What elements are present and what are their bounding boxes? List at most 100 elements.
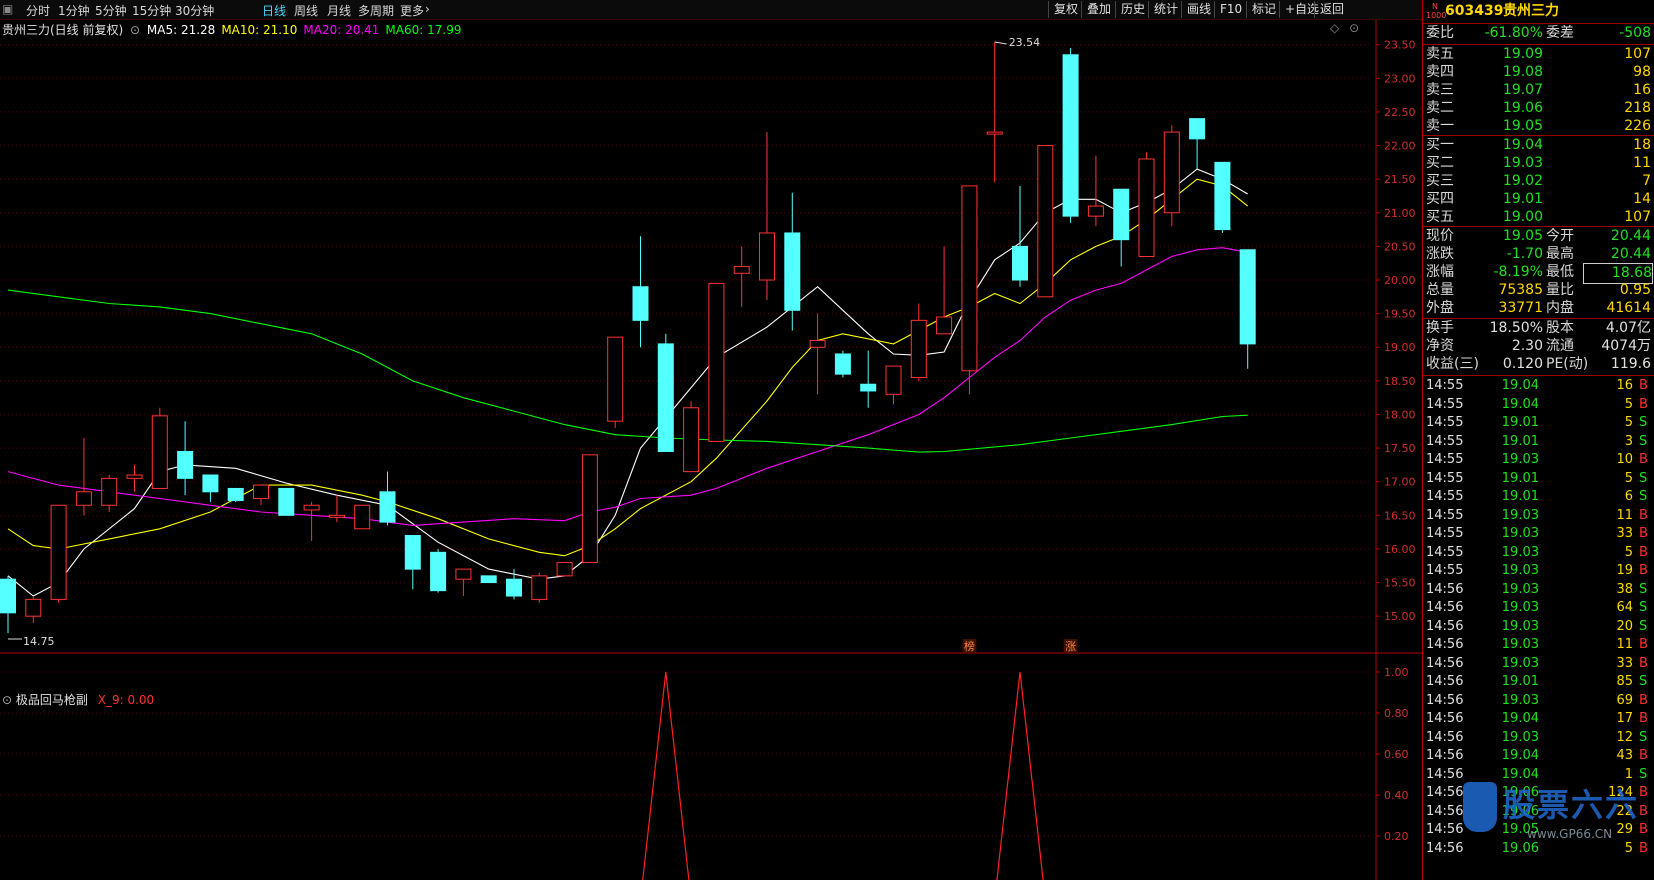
y-tick-label: 22.50 — [1384, 106, 1416, 119]
toolbar-button-4[interactable]: 画线 — [1181, 1, 1216, 18]
tick-row: 14:55 19.03 5 B — [1423, 544, 1654, 562]
ask-volume: 226 — [1624, 118, 1651, 134]
tick-price: 19.03 — [1501, 544, 1539, 560]
tick-side: B — [1639, 563, 1648, 578]
stats-row: 总量 75385 量比 0.95 — [1423, 281, 1654, 300]
bids-row: 买五 19.00 107 — [1423, 208, 1654, 227]
candle-body-down — [1214, 161, 1231, 231]
period-tab-8[interactable]: 多周期 — [358, 2, 394, 19]
y-tick-label: 15.00 — [1384, 610, 1416, 623]
candle-body-up — [531, 575, 548, 600]
tick-price: 19.03 — [1501, 600, 1539, 615]
toolbar-button-0[interactable]: 复权 — [1048, 1, 1083, 18]
tick-side: B — [1639, 637, 1648, 652]
bid-label: 买三 — [1426, 173, 1454, 189]
menu-icon[interactable]: ▣ — [2, 2, 13, 16]
ma-legend-0: MA5: 21.28 — [146, 23, 216, 37]
period-tab-7[interactable]: 月线 — [327, 2, 351, 19]
stat-label: 量比 — [1546, 282, 1574, 298]
tick-row: 14:55 19.03 19 B — [1423, 562, 1654, 580]
candle-body-down — [632, 286, 649, 321]
stock-name: 贵州三力 — [1503, 3, 1559, 19]
period-tab-2[interactable]: 5分钟 — [95, 2, 127, 19]
tick-volume: 19 — [1616, 563, 1633, 578]
collapse-icon[interactable]: ⊙ — [130, 23, 140, 37]
kline-chart[interactable]: 23.50 23.00 22.50 22.00 21.50 21.00 20.50 20.00… — [0, 20, 1422, 880]
bids-row: 买二 19.03 11 — [1423, 154, 1654, 173]
ma-legend-1: MA10: 21.10 — [221, 23, 298, 37]
period-tab-6[interactable]: 周线 — [294, 2, 318, 19]
candle-body-down — [480, 575, 497, 584]
tick-volume: 16 — [1616, 378, 1633, 393]
ask-label: 卖三 — [1426, 82, 1454, 98]
stats2-row: 收益(三) 0.120 PE(动) 119.6 — [1423, 355, 1654, 374]
tick-row: 14:56 19.03 20 S — [1423, 618, 1654, 636]
toolbar-button-8[interactable]: 返回 — [1314, 1, 1349, 18]
tick-volume: 85 — [1616, 674, 1633, 689]
tick-side: B — [1639, 711, 1648, 726]
ma-line-ma5 — [7, 168, 1248, 597]
bids-row: 买四 19.01 14 — [1423, 190, 1654, 209]
tick-time: 14:55 — [1426, 489, 1464, 504]
toolbar-button-5[interactable]: F10 — [1214, 1, 1247, 18]
period-tab-5[interactable]: 日线 — [262, 2, 286, 19]
candle-body-down — [278, 487, 295, 516]
sub-y-tick-label: 1.00 — [1384, 666, 1409, 679]
period-toolbar: ▣ 分时 1分钟 5分钟 15分钟 30分钟 日线 周线 月线 多周期 更多 › 复权 叠加 历史 统计画… — [0, 0, 1422, 20]
candle-body-up — [910, 319, 927, 379]
event-marker: 榜 — [964, 639, 975, 653]
candle-body-up — [708, 282, 725, 442]
stat-value: 41614 — [1606, 300, 1651, 316]
chart-corner-icons: ◇ ⊙ — [1330, 21, 1359, 35]
stat-value: 4074万 — [1601, 338, 1651, 354]
watermark: 股票六六 www.GP66.CN — [1463, 780, 1653, 846]
candle-body-up — [809, 340, 826, 348]
toolbar-button-6[interactable]: 标记 — [1246, 1, 1281, 18]
stock-badge: N 1000 — [1426, 2, 1446, 20]
y-tick-label: 16.00 — [1384, 543, 1416, 556]
weicha-value: -508 — [1619, 25, 1651, 41]
candle-body-down — [834, 353, 851, 375]
candle-body-down — [860, 383, 877, 392]
toolbar-button-1[interactable]: 叠加 — [1081, 1, 1116, 18]
tick-side: S — [1639, 729, 1648, 745]
period-tab-3[interactable]: 15分钟 — [132, 2, 171, 19]
bid-price: 19.00 — [1502, 209, 1543, 225]
bids-row: 买三 19.02 7 — [1423, 172, 1654, 191]
stat-label: 净资 — [1426, 338, 1454, 354]
ask-label: 卖一 — [1426, 118, 1454, 134]
tick-volume: 10 — [1616, 452, 1633, 467]
tick-time: 14:56 — [1426, 581, 1464, 597]
tick-volume: 11 — [1616, 637, 1633, 652]
tick-row: 14:55 19.04 16 B — [1423, 377, 1654, 395]
candle-body-up — [683, 407, 700, 473]
sub-y-tick-label: 0.40 — [1384, 789, 1409, 802]
tick-row: 14:56 19.03 38 S — [1423, 581, 1654, 599]
stats-row: 涨跌 -1.70 最高 20.44 — [1423, 245, 1654, 264]
stat-value: -1.70 — [1506, 246, 1543, 262]
tick-price: 19.03 — [1501, 581, 1539, 597]
candle-body-down — [404, 535, 421, 570]
period-tab-4[interactable]: 30分钟 — [175, 2, 214, 19]
y-tick-label: 18.00 — [1384, 408, 1416, 421]
period-tab-0[interactable]: 分时 — [26, 2, 50, 19]
tick-row: 14:56 19.03 69 B — [1423, 692, 1654, 710]
sub-y-tick-label: 0.20 — [1384, 830, 1409, 843]
diamond-icon[interactable]: ◇ — [1330, 21, 1339, 35]
bid-price: 19.03 — [1502, 155, 1543, 171]
pin-icon[interactable]: ⊙ — [1349, 21, 1359, 35]
watermark-title: 股票六六 — [1503, 786, 1640, 824]
stat-label: 内盘 — [1546, 300, 1574, 316]
tick-price: 19.01 — [1501, 470, 1539, 486]
y-tick-label: 21.00 — [1384, 207, 1416, 220]
tick-row: 14:55 19.03 33 B — [1423, 525, 1654, 543]
period-tab-1[interactable]: 1分钟 — [58, 2, 90, 19]
collapse-icon[interactable]: ⊙ — [2, 693, 12, 707]
quote-panel: N 1000 603439 贵州三力 委比 -61.80% 委差 -508 卖五… — [1422, 0, 1654, 880]
toolbar-button-3[interactable]: 统计 — [1148, 1, 1183, 18]
period-tab-9[interactable]: 更多 — [400, 2, 424, 19]
more-chevron-icon[interactable]: › — [425, 2, 430, 16]
ask-label: 卖五 — [1426, 46, 1454, 62]
stat-label: 外盘 — [1426, 300, 1454, 316]
toolbar-button-2[interactable]: 历史 — [1115, 1, 1150, 18]
